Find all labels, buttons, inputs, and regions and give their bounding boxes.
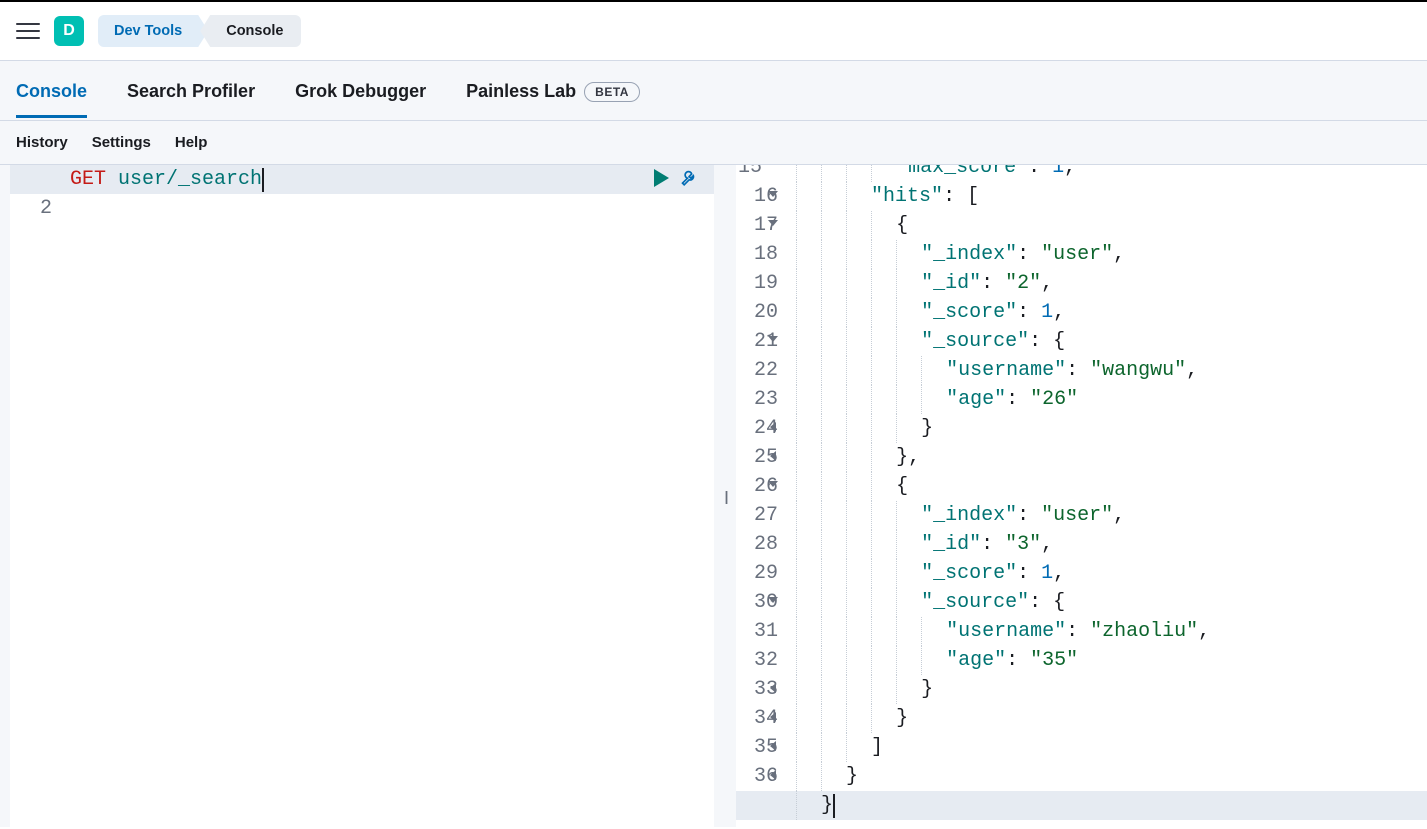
request-gutter: 12 [10,165,68,827]
toolbar-history[interactable]: History [16,134,68,151]
top-header: D Dev Tools Console [0,2,1427,61]
breadcrumbs: Dev Tools Console [98,15,301,47]
tabs: Console Search Profiler Grok Debugger Pa… [0,61,1427,121]
editor-split: 12 GET user/_search || 15161718192021222… [0,165,1427,827]
pane-divider[interactable]: || [714,165,736,827]
content: Console Search Profiler Grok Debugger Pa… [0,61,1427,827]
response-code[interactable]: "max_score": 1, "hits": [ { "_index": "u… [794,165,1427,827]
breadcrumb-dev-tools[interactable]: Dev Tools [98,15,208,47]
toolbar-settings[interactable]: Settings [92,134,151,151]
request-actions [654,169,700,189]
request-editor[interactable]: 12 GET user/_search [10,165,714,827]
breadcrumb-console[interactable]: Console [200,15,301,47]
tab-painless-lab[interactable]: Painless Lab BETA [466,63,640,118]
request-options-icon[interactable] [680,169,700,189]
request-code[interactable]: GET user/_search [68,165,714,827]
response-pane: 1516171819202122232425262728293031323334… [736,165,1427,827]
tab-search-profiler[interactable]: Search Profiler [127,63,255,118]
run-request-icon[interactable] [654,169,670,189]
tab-console[interactable]: Console [16,63,87,118]
toolbar-help[interactable]: Help [175,134,208,151]
request-pane: 12 GET user/_search [10,165,714,827]
divider-handle-icon[interactable]: || [724,488,725,504]
beta-badge: BETA [584,82,640,102]
response-gutter: 1516171819202122232425262728293031323334… [736,165,794,827]
response-editor[interactable]: 1516171819202122232425262728293031323334… [736,165,1427,827]
tab-grok-debugger[interactable]: Grok Debugger [295,63,426,118]
menu-icon[interactable] [16,19,40,43]
toolbar: History Settings Help [0,121,1427,165]
tab-painless-lab-label: Painless Lab [466,81,576,102]
app-badge[interactable]: D [54,16,84,46]
